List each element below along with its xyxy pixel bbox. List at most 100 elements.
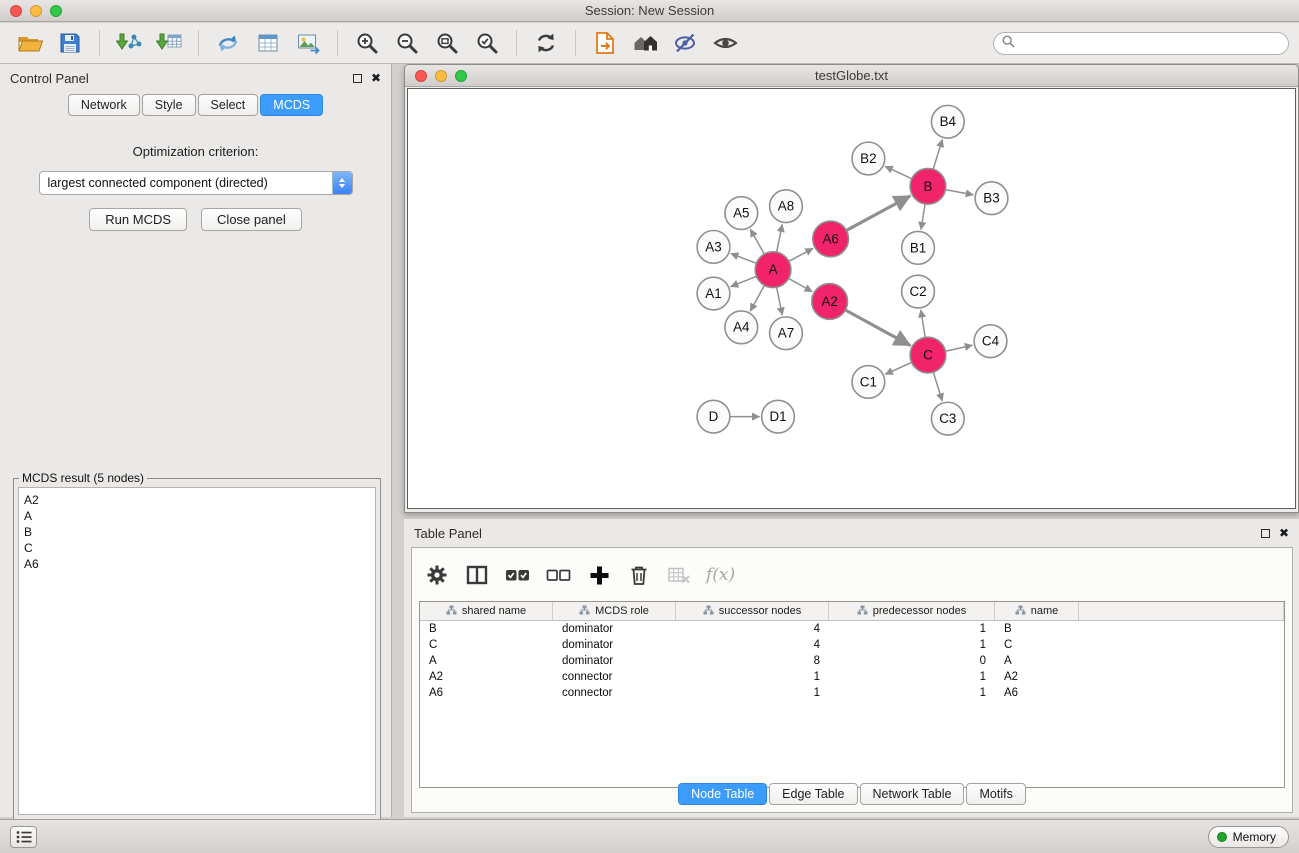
table-cell[interactable]: A2 [420, 669, 553, 685]
table-cell[interactable]: 4 [676, 637, 829, 653]
table-cell[interactable]: dominator [553, 621, 676, 637]
import-table-icon[interactable] [149, 27, 189, 59]
column-header[interactable]: successor nodes [676, 602, 829, 621]
graph-node-A3[interactable]: A3 [697, 230, 730, 263]
network-zoom-button[interactable] [455, 70, 467, 82]
graph-edge-A-A1[interactable] [731, 276, 757, 286]
graph-node-A5[interactable]: A5 [725, 197, 758, 230]
tab-mcds[interactable]: MCDS [260, 94, 323, 116]
graph-edge-A-A3[interactable] [731, 253, 757, 263]
graph-node-A2[interactable]: A2 [812, 284, 848, 320]
graph-edge-C-C1[interactable] [885, 362, 912, 374]
select-all-icon[interactable] [504, 560, 531, 590]
table-cell[interactable]: connector [553, 685, 676, 701]
graph-node-A1[interactable]: A1 [697, 277, 730, 310]
network-canvas[interactable]: B4B2BB3A5A8A6B1A3AC2A1A2A4A7C4CC1C3DD1 [407, 88, 1296, 509]
graph-node-B1[interactable]: B1 [902, 231, 935, 264]
tab-style[interactable]: Style [142, 94, 196, 116]
graph-node-A8[interactable]: A8 [770, 190, 803, 223]
export-image-icon[interactable] [288, 27, 328, 59]
zoom-window-button[interactable] [50, 5, 62, 17]
graph-node-A7[interactable]: A7 [770, 317, 803, 350]
minimize-window-button[interactable] [30, 5, 42, 17]
table-cell[interactable]: 0 [829, 653, 995, 669]
graph-node-A6[interactable]: A6 [813, 221, 849, 257]
graph-node-B4[interactable]: B4 [931, 105, 964, 138]
table-cell[interactable]: 1 [676, 685, 829, 701]
mcds-result-item[interactable]: C [24, 540, 370, 556]
toggle-graphics-details-icon[interactable] [665, 27, 705, 59]
close-table-panel-icon[interactable]: ✖ [1279, 527, 1289, 539]
graph-edge-B-B4[interactable] [933, 139, 942, 169]
column-settings-icon[interactable] [464, 560, 490, 590]
graph-edge-C-C4[interactable] [945, 345, 972, 351]
graph-node-C3[interactable]: C3 [931, 402, 964, 435]
save-session-icon[interactable] [50, 27, 90, 59]
deselect-all-icon[interactable] [545, 560, 572, 590]
graph-edge-B-B1[interactable] [921, 204, 925, 230]
float-table-panel-icon[interactable] [1261, 529, 1270, 538]
column-header[interactable]: MCDS role [553, 602, 676, 621]
close-window-button[interactable] [10, 5, 22, 17]
graph-edge-A-A6[interactable] [789, 248, 813, 261]
graph-node-C4[interactable]: C4 [974, 325, 1007, 358]
table-cell[interactable]: B [995, 621, 1079, 637]
table-cell[interactable]: C [420, 637, 553, 653]
task-history-button[interactable] [10, 826, 37, 848]
table-cell[interactable]: connector [553, 669, 676, 685]
mcds-result-item[interactable]: A2 [24, 492, 370, 508]
mcds-result-item[interactable]: B [24, 524, 370, 540]
graph-node-C[interactable]: C [910, 337, 946, 373]
mcds-result-list[interactable]: A2ABCA6 [18, 487, 376, 815]
search-input[interactable] [1020, 36, 1280, 50]
criterion-select[interactable]: largest connected component (directed) [39, 171, 353, 195]
table-cell[interactable]: A6 [420, 685, 553, 701]
graph-node-B3[interactable]: B3 [975, 182, 1008, 215]
graph-edge-A2-C[interactable] [845, 310, 910, 346]
tab-network[interactable]: Network [68, 94, 140, 116]
table-cell[interactable]: 1 [829, 637, 995, 653]
graph-edge-A-A8[interactable] [777, 224, 783, 252]
graph-node-A[interactable]: A [755, 252, 791, 288]
table-cell[interactable]: A [995, 653, 1079, 669]
graph-edge-C-C2[interactable] [921, 310, 925, 338]
graph-edge-A-A7[interactable] [777, 287, 783, 315]
column-header[interactable]: shared name [420, 602, 553, 621]
network-close-button[interactable] [415, 70, 427, 82]
column-header[interactable]: predecessor nodes [829, 602, 995, 621]
refresh-network-icon[interactable] [526, 27, 566, 59]
show-graphics-details-icon[interactable] [705, 27, 745, 59]
new-table-icon[interactable] [248, 27, 288, 59]
network-window-titlebar[interactable]: testGlobe.txt [405, 65, 1298, 87]
table-cell[interactable]: C [995, 637, 1079, 653]
tab-motifs[interactable]: Motifs [966, 783, 1025, 805]
graph-node-C2[interactable]: C2 [902, 275, 935, 308]
open-file-icon[interactable] [585, 27, 625, 59]
table-cell[interactable]: 1 [829, 669, 995, 685]
table-cell[interactable]: 1 [829, 621, 995, 637]
graph-node-D[interactable]: D [697, 400, 730, 433]
mcds-result-item[interactable]: A6 [24, 556, 370, 572]
tab-network-table[interactable]: Network Table [860, 783, 965, 805]
table-cell[interactable]: 1 [676, 669, 829, 685]
table-cell[interactable]: A6 [995, 685, 1079, 701]
mcds-result-item[interactable]: A [24, 508, 370, 524]
memory-button[interactable]: Memory [1208, 826, 1289, 848]
zoom-selected-icon[interactable] [467, 27, 507, 59]
graph-node-A4[interactable]: A4 [725, 311, 758, 344]
graph-edge-B-B2[interactable] [885, 166, 912, 178]
graph-edge-B-B3[interactable] [946, 190, 974, 195]
table-cell[interactable]: A2 [995, 669, 1079, 685]
graph-node-B[interactable]: B [910, 168, 946, 204]
zoom-in-icon[interactable] [347, 27, 387, 59]
delete-row-icon[interactable] [626, 560, 652, 590]
table-cell[interactable]: dominator [553, 653, 676, 669]
clear-table-icon[interactable] [666, 560, 692, 590]
column-header[interactable]: name [995, 602, 1079, 621]
add-row-icon[interactable] [586, 560, 612, 590]
open-session-icon[interactable] [10, 27, 50, 59]
home-icon[interactable] [625, 27, 665, 59]
settings-gear-icon[interactable] [424, 560, 450, 590]
table-cell[interactable]: dominator [553, 637, 676, 653]
close-panel-icon[interactable]: ✖ [371, 72, 381, 84]
